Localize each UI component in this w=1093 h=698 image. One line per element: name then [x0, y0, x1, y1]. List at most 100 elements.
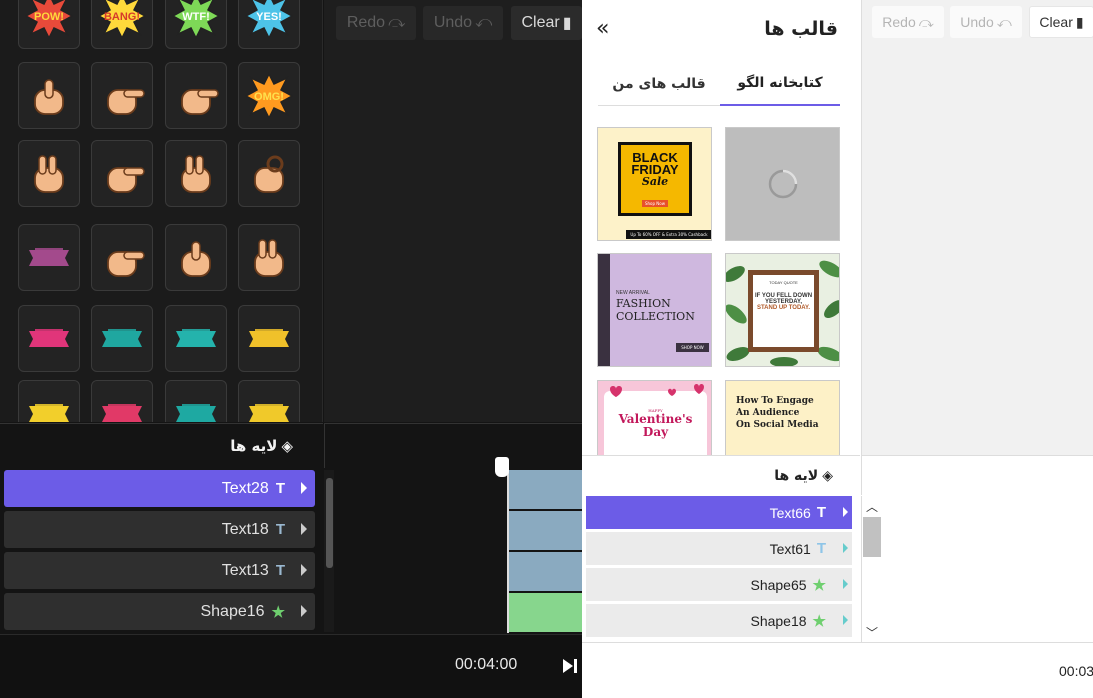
layer-label: Text18	[221, 520, 269, 538]
template-quote[interactable]: TODAY QUOTE IF YOU FELL DOWN YESTERDAY, …	[725, 253, 840, 367]
fashion-shop-button: SHOP NOW	[676, 343, 709, 352]
expand-arrow-icon[interactable]	[843, 507, 848, 517]
layer-row-text28[interactable]: Text28 T	[4, 470, 315, 507]
light-clear-label: Clear	[1039, 14, 1073, 30]
yellow-stack-sticker[interactable]	[18, 380, 80, 422]
bf-line3: Sale	[641, 175, 669, 188]
template-loading[interactable]	[725, 127, 840, 241]
quote-line3: STAND UP TODAY.	[756, 305, 811, 311]
svg-text:BANG!: BANG!	[104, 11, 140, 23]
redo-button[interactable]: Redo ⤼	[336, 6, 416, 40]
omg-sticker[interactable]: OMG!	[238, 62, 300, 129]
teal-banner-sticker[interactable]	[91, 305, 153, 372]
purple-ribbon-sticker[interactable]	[18, 224, 80, 291]
gun-hand-sticker[interactable]	[91, 140, 153, 207]
text-layer-icon: T	[275, 562, 285, 579]
layer-label: Text13	[221, 561, 269, 579]
template-fashion[interactable]: NEW ARRIVAL FASHION COLLECTION SHOP NOW	[597, 253, 712, 367]
expand-arrow-icon[interactable]	[843, 579, 848, 589]
quote-top: TODAY QUOTE	[769, 280, 798, 285]
layer-row-text61[interactable]: Text61 T	[586, 532, 852, 565]
layer-label: Shape18	[750, 612, 807, 629]
current-time: 00:04:00	[455, 656, 518, 673]
timeline-clip-text13[interactable]	[509, 552, 582, 591]
layer-row-shape65[interactable]: Shape65 ★	[586, 568, 852, 601]
light-editor: قالب ها « کتابخانه الگو قالب های من BLAC…	[582, 0, 1093, 698]
expand-arrow-icon[interactable]	[301, 523, 307, 535]
expand-arrow-icon[interactable]	[301, 482, 307, 494]
light-undo-icon: ⤺	[996, 13, 1012, 30]
rock-hand-sticker[interactable]	[165, 140, 227, 207]
teal-ribbon-sticker[interactable]	[165, 305, 227, 372]
pointing-hand-sticker[interactable]	[91, 62, 153, 129]
valentine-title2: Day	[642, 425, 669, 439]
pink-banner-sticker[interactable]	[18, 305, 80, 372]
bf-footer: Up To 60% OFF & Extra 30% Cashback	[626, 230, 711, 239]
thumbs-up-hand-sticker[interactable]	[18, 62, 80, 129]
red-ribbon-sticker[interactable]	[91, 380, 153, 422]
yellow-scroll-sticker[interactable]	[238, 380, 300, 422]
svg-text:POW!: POW!	[34, 11, 64, 23]
trash-icon: ▮	[562, 15, 572, 32]
yes-sticker[interactable]: YES!	[238, 0, 300, 49]
templates-panel: قالب ها « کتابخانه الگو قالب های من BLAC…	[582, 0, 860, 455]
layers-scrollbar-thumb[interactable]	[326, 478, 333, 568]
layer-row-shape16[interactable]: Shape16 ★	[4, 593, 315, 630]
text-layer-icon: T	[275, 521, 285, 538]
timeline-clip-text28[interactable]	[509, 470, 582, 509]
scroll-down-icon[interactable]: ﹀	[866, 624, 878, 641]
clear-label: Clear	[521, 14, 560, 31]
layer-row-shape18[interactable]: Shape18 ★	[586, 604, 852, 637]
light-clear-button[interactable]: Clear ▮	[1029, 6, 1093, 38]
light-redo-button[interactable]: Redo ⤼	[872, 6, 944, 38]
pow-sticker[interactable]: POW!	[18, 0, 80, 49]
light-undo-button[interactable]: Undo ⤺	[950, 6, 1022, 38]
tab-my-templates[interactable]: قالب های من	[598, 62, 720, 106]
victory-hand-sticker[interactable]	[238, 224, 300, 291]
skip-to-end-icon[interactable]	[561, 657, 579, 675]
pointing-finger-hand-sticker[interactable]	[165, 62, 227, 129]
layer-row-text18[interactable]: Text18 T	[4, 511, 315, 548]
expand-arrow-icon[interactable]	[301, 605, 307, 617]
template-black-friday[interactable]: BLACK FRIDAY Sale Shop Now Up To 60% OFF…	[597, 127, 712, 241]
tab-template-library[interactable]: کتابخانه الگو	[720, 62, 840, 106]
clear-button[interactable]: Clear ▮	[511, 6, 582, 40]
light-timeline-header	[861, 455, 1093, 495]
collapse-panel-icon[interactable]: «	[596, 16, 609, 41]
template-valentine[interactable]: HAPPY Valentine's Day	[597, 380, 712, 455]
expand-arrow-icon[interactable]	[843, 543, 848, 553]
ok-hand-sticker[interactable]	[238, 140, 300, 207]
light-layers-title: لایه ها	[774, 467, 819, 484]
light-layers-icon: ◈	[822, 467, 833, 484]
point-hand-sticker[interactable]	[91, 224, 153, 291]
text-layer-icon: T	[816, 504, 826, 521]
redo-label: Redo	[346, 14, 386, 31]
light-redo-icon: ⤼	[918, 13, 934, 30]
teal-wide-ribbon-sticker[interactable]	[165, 380, 227, 422]
expand-arrow-icon[interactable]	[301, 564, 307, 576]
bang-sticker[interactable]: BANG!	[91, 0, 153, 49]
layer-label: Text61	[769, 540, 811, 557]
loading-spinner-icon	[768, 169, 798, 199]
wtf-sticker[interactable]: WTF!	[165, 0, 227, 49]
scroll-up-icon[interactable]: ︿	[866, 498, 878, 515]
layers-header: لایه ها ◈	[0, 423, 323, 468]
peace-hand-sticker[interactable]	[18, 140, 80, 207]
dark-canvas-area: Redo ⤼ Undo ⤺ Clear ▮	[324, 0, 582, 422]
layer-row-text66[interactable]: Text66 T	[586, 496, 852, 529]
playhead-handle[interactable]	[495, 457, 509, 477]
redo-icon: ⤼	[388, 14, 406, 31]
layer-row-text13[interactable]: Text13 T	[4, 552, 315, 589]
sticker-panel: POW! BANG! WTF! YES! OMG!	[0, 0, 323, 422]
yellow-banner-sticker[interactable]	[238, 305, 300, 372]
fist-sticker[interactable]	[165, 224, 227, 291]
light-canvas-area: Redo ⤼ Undo ⤺ Clear ▮	[861, 0, 1093, 455]
undo-button[interactable]: Undo ⤺	[423, 6, 503, 40]
light-scrollbar-thumb[interactable]	[863, 517, 881, 557]
shape-layer-icon: ★	[271, 603, 285, 621]
template-social-media[interactable]: How To Engage An Audience On Social Medi…	[725, 380, 840, 455]
timeline-clip-shape16[interactable]	[509, 593, 582, 632]
expand-arrow-icon[interactable]	[843, 615, 848, 625]
timeline-clip-text18[interactable]	[509, 511, 582, 550]
light-current-time: 00:03	[1059, 663, 1093, 679]
